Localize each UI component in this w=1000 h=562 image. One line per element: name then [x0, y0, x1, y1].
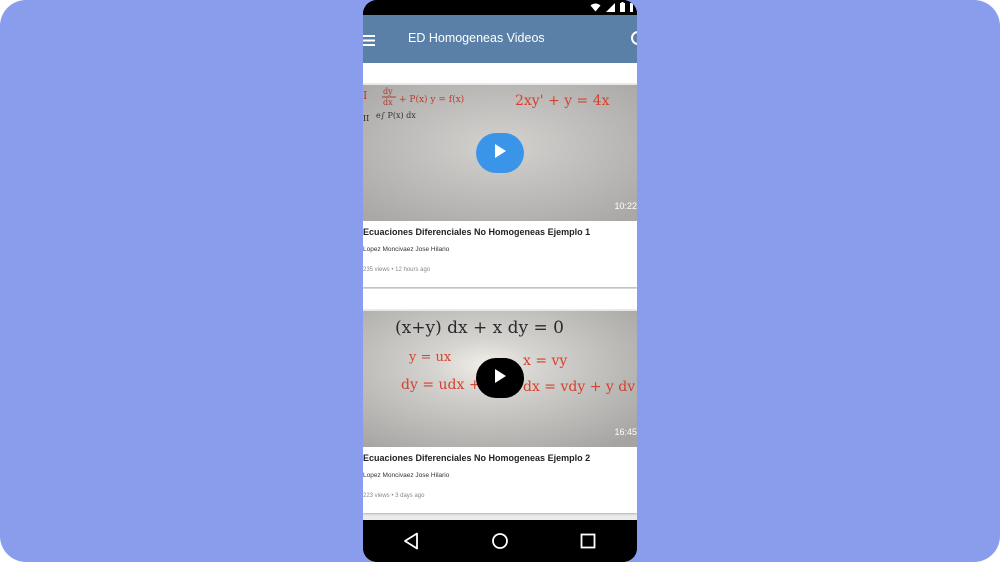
- video-card[interactable]: I dy dx + P(x) y = f(x) 2xy' + y = 4x II…: [363, 85, 637, 287]
- board-text: y = ux: [408, 350, 452, 365]
- board-text: dy = udx +: [401, 377, 481, 393]
- board-text: x = vy: [523, 353, 567, 369]
- device-backdrop: ED Homogeneas Videos I dy dx + P(x) y = …: [0, 0, 1000, 562]
- play-button[interactable]: [476, 133, 524, 173]
- play-button[interactable]: [476, 358, 524, 398]
- card-spacer: [363, 289, 637, 309]
- video-list[interactable]: I dy dx + P(x) y = f(x) 2xy' + y = 4x II…: [363, 63, 637, 520]
- phone-frame: ED Homogeneas Videos I dy dx + P(x) y = …: [363, 0, 637, 562]
- video-duration: 16:45: [614, 427, 637, 437]
- play-icon: [494, 143, 506, 163]
- board-text: 2xy' + y = 4x: [515, 93, 610, 109]
- app-title: ED Homogeneas Videos: [408, 31, 545, 45]
- battery-icon: [620, 2, 625, 12]
- play-icon: [494, 368, 506, 388]
- board-text: e∫ P(x) dx: [376, 111, 416, 120]
- video-meta: 235 views • 12 hours ago: [363, 267, 431, 273]
- channel-name[interactable]: Lopez Moncivaez Jose Hilario: [363, 246, 449, 253]
- board-text: + P(x) y = f(x): [399, 94, 464, 105]
- board-text: dx = vdy + y dv: [523, 379, 635, 395]
- system-nav-bar: [363, 520, 637, 562]
- video-card[interactable]: (x+y) dx + x dy = 0 y = ux x = vy dy = u…: [363, 311, 637, 513]
- video-title[interactable]: Ecuaciones Diferenciales No Homogeneas E…: [363, 453, 590, 463]
- status-extra-icon: [630, 2, 633, 12]
- board-text: (x+y) dx + x dy = 0: [395, 318, 564, 338]
- wifi-icon: [590, 3, 601, 12]
- channel-name[interactable]: Lopez Moncivaez Jose Hilario: [363, 472, 449, 479]
- video-title[interactable]: Ecuaciones Diferenciales No Homogeneas E…: [363, 227, 590, 237]
- hamburger-menu-icon[interactable]: [363, 33, 376, 51]
- search-icon[interactable]: [629, 30, 637, 53]
- nav-home-icon[interactable]: [491, 532, 509, 555]
- board-text: I: [363, 89, 367, 102]
- board-text: II: [363, 114, 369, 123]
- video-duration: 10:22: [614, 201, 637, 211]
- nav-back-icon[interactable]: [403, 532, 419, 555]
- app-bar: ED Homogeneas Videos: [363, 15, 637, 63]
- card-spacer: [363, 63, 637, 83]
- signal-icon: [606, 2, 615, 12]
- board-text: dy: [383, 87, 393, 96]
- nav-recents-icon[interactable]: [580, 532, 596, 555]
- status-bar: [363, 0, 637, 15]
- video-meta: 223 views • 3 days ago: [363, 493, 425, 499]
- board-text: dx: [383, 98, 393, 107]
